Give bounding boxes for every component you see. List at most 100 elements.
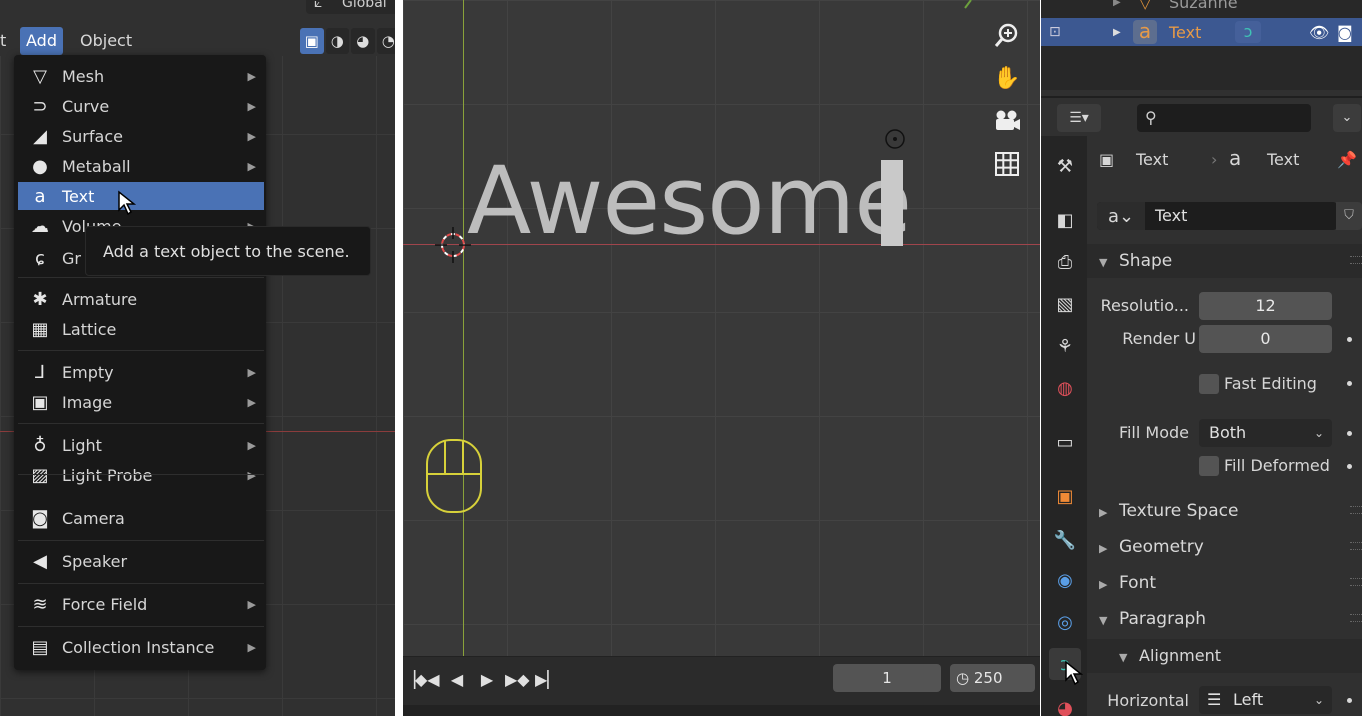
keyframe-dot[interactable] xyxy=(1347,381,1352,386)
play-reverse-icon[interactable]: ◀ xyxy=(445,670,469,689)
menu-add[interactable]: Add xyxy=(20,27,63,55)
play-icon[interactable]: ▶ xyxy=(475,670,499,689)
menu-item-camera[interactable]: ◙ Camera xyxy=(18,504,264,532)
speaker-icon: ◀ xyxy=(33,550,47,572)
text-object[interactable]: Awesome xyxy=(467,155,912,249)
physics-tab-icon[interactable]: ◎ xyxy=(1049,606,1081,638)
keyframe-dot[interactable] xyxy=(1347,698,1352,703)
visibility-eye-icon[interactable]: 👁 xyxy=(1309,23,1329,42)
end-frame-field[interactable]: ◷ 250 xyxy=(950,664,1035,692)
menu-item-metaball[interactable]: ● Metaball ▶ xyxy=(18,152,264,180)
section-paragraph[interactable]: ▼ Paragraph xyxy=(1087,602,1362,636)
viewport-main[interactable]: Awesome ✋ ▕ ◆◀ ◀ ▶ ▶◆ ▶▏ 1 ◷ 250 xyxy=(403,0,1040,716)
render-u-label: Render U xyxy=(1122,329,1196,348)
render-camera-icon[interactable]: ◙ xyxy=(1337,23,1353,42)
ortho-grid-icon[interactable] xyxy=(990,147,1024,181)
keyframe-dot[interactable] xyxy=(1347,337,1352,342)
solid-shading-icon[interactable]: ◑ xyxy=(325,28,349,54)
viewport-left: ⟀ Global t Add Object ▣ ◑ ◕ ◔ ▽ Mesh ▶ ⊃ Cur… xyxy=(0,0,395,716)
horizontal-alignment-dropdown[interactable]: ☰ Left ⌄ xyxy=(1199,686,1332,714)
datablock-selector[interactable]: a⌄ Text xyxy=(1097,202,1337,230)
subsection-alignment[interactable]: ▼ Alignment xyxy=(1087,639,1362,673)
menu-item-label: Collection Instance xyxy=(62,637,215,657)
menu-item-empty[interactable]: ⅃ Empty ▶ xyxy=(18,358,264,386)
menu-item-armature[interactable]: ✱ Armature xyxy=(18,285,264,313)
grease-pencil-icon: ɕ xyxy=(35,247,45,269)
material-tab-icon[interactable]: ◕ xyxy=(1049,692,1081,716)
modifier-wrench-icon[interactable]: 🔧 xyxy=(1049,524,1081,556)
editor-type-button[interactable]: ☰▾ xyxy=(1057,104,1101,132)
outliner-row[interactable]: ▶ ▽ Suzanne xyxy=(1041,0,1362,16)
output-tab-icon[interactable]: ⎙ xyxy=(1049,246,1081,278)
drag-grip-icon[interactable] xyxy=(1350,614,1362,622)
section-geometry[interactable]: ▶ Geometry xyxy=(1087,530,1362,564)
rendered-shading-icon[interactable]: ◔ xyxy=(376,28,395,54)
section-shape[interactable]: ▼ Shape xyxy=(1087,244,1362,278)
pan-hand-icon[interactable]: ✋ xyxy=(990,61,1024,95)
keyframe-dot[interactable] xyxy=(1347,431,1352,436)
menu-item-force-field[interactable]: ≋ Force Field ▶ xyxy=(18,590,264,618)
object-tab-icon[interactable]: ▣ xyxy=(1049,480,1081,512)
jump-start-icon[interactable]: ▕ xyxy=(403,670,415,689)
scene-tab-icon[interactable]: ⚘ xyxy=(1049,330,1081,362)
wireframe-shading-icon[interactable]: ▣ xyxy=(300,28,324,54)
resolution-field[interactable]: 12 xyxy=(1199,292,1332,320)
timeline-ruler[interactable] xyxy=(403,705,1040,716)
section-font[interactable]: ▶ Font xyxy=(1087,566,1362,600)
menu-item-mesh[interactable]: ▽ Mesh ▶ xyxy=(18,62,264,90)
menu-item-speaker[interactable]: ◀ Speaker xyxy=(18,547,264,575)
menu-item-light-probe[interactable]: ▨ Light Probe ▶ xyxy=(18,461,264,489)
outliner-row-selected[interactable]: ⊡ ▶ a Text ↄ 👁 ◙ xyxy=(1041,18,1362,46)
prev-keyframe-icon[interactable]: ◆◀ xyxy=(415,670,440,689)
particles-tab-icon[interactable]: ◉ xyxy=(1049,564,1081,596)
jump-end-icon[interactable]: ▶▏ xyxy=(535,670,560,689)
light-probe-icon: ▨ xyxy=(31,464,49,486)
menu-item-image[interactable]: ▣ Image ▶ xyxy=(18,388,264,416)
menu-partial-item[interactable]: t xyxy=(0,27,12,55)
drag-grip-icon[interactable] xyxy=(1350,256,1362,264)
menu-item-lattice[interactable]: ▦ Lattice xyxy=(18,315,264,343)
drag-grip-icon[interactable] xyxy=(1350,542,1362,550)
keyframe-dot[interactable] xyxy=(1347,464,1352,469)
expanded-triangle-icon: ▼ xyxy=(1099,614,1108,627)
object-breadcrumb-icon: ▣ xyxy=(1099,150,1115,169)
menu-item-label: Armature xyxy=(62,289,138,309)
drag-grip-icon[interactable] xyxy=(1350,578,1362,586)
view-layer-tab-icon[interactable]: ▧ xyxy=(1049,288,1081,320)
fill-deformed-checkbox[interactable] xyxy=(1199,456,1219,476)
next-keyframe-icon[interactable]: ▶◆ xyxy=(505,670,530,689)
render-tab-icon[interactable]: ◧ xyxy=(1049,204,1081,236)
camera-view-icon[interactable] xyxy=(990,104,1024,138)
render-u-field[interactable]: 0 xyxy=(1199,325,1332,353)
empty-icon: ⅃ xyxy=(34,361,46,383)
fill-mode-dropdown[interactable]: Both ⌄ xyxy=(1199,419,1332,447)
pin-icon[interactable]: 📌 xyxy=(1337,150,1357,169)
fake-user-shield-icon[interactable]: ⛉ xyxy=(1336,202,1362,230)
3d-cursor-icon[interactable] xyxy=(433,225,473,265)
tool-tab-icon[interactable]: ⚒ xyxy=(1049,150,1081,182)
drag-grip-icon[interactable] xyxy=(1350,506,1362,514)
collapse-menu-button[interactable]: ⌄ xyxy=(1333,104,1361,132)
submenu-arrow-icon: ▶ xyxy=(247,99,256,113)
menu-item-surface[interactable]: ◢ Surface ▶ xyxy=(18,122,264,150)
menu-item-label: Metaball xyxy=(62,156,131,176)
current-frame-field[interactable]: 1 xyxy=(833,664,941,692)
gizmo-fragment xyxy=(964,0,972,9)
text-datablock-icon[interactable]: a⌄ xyxy=(1097,202,1145,230)
zoom-icon[interactable] xyxy=(990,18,1024,52)
properties-tabs: ⚒ ◧ ⎙ ▧ ⚘ ◍ ▭ ▣ 🔧 ◉ ◎ ↄ ◕ xyxy=(1041,136,1087,716)
menu-item-light[interactable]: ♁ Light ▶ xyxy=(18,431,264,459)
menu-item-curve[interactable]: ⊃ Curve ▶ xyxy=(18,92,264,120)
collection-tab-icon[interactable]: ▭ xyxy=(1049,426,1081,458)
world-tab-icon[interactable]: ◍ xyxy=(1049,372,1081,404)
section-texture-space[interactable]: ▶ Texture Space xyxy=(1087,494,1362,528)
material-shading-icon[interactable]: ◕ xyxy=(351,28,375,54)
properties-search[interactable]: ⚲ xyxy=(1137,104,1311,132)
menu-item-collection-instance[interactable]: ▤ Collection Instance ▶ xyxy=(18,633,264,661)
fast-editing-checkbox[interactable] xyxy=(1199,374,1219,394)
menu-item-text[interactable]: a Text xyxy=(18,182,264,210)
menu-object[interactable]: Object xyxy=(74,27,138,55)
transform-orientation[interactable]: ⟀ Global xyxy=(306,0,395,14)
expand-icon[interactable]: ▶ xyxy=(1113,27,1121,38)
expand-icon[interactable]: ▶ xyxy=(1113,0,1121,8)
